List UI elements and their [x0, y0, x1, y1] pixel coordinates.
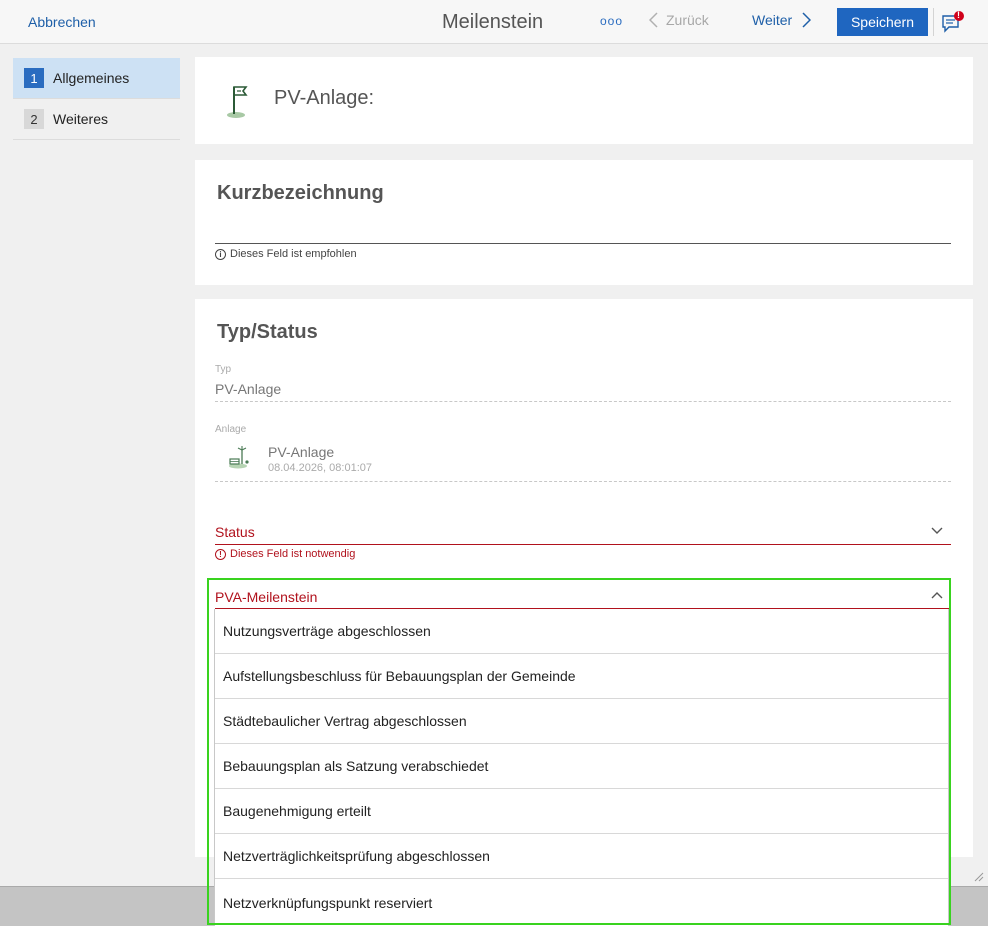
- milestone-select[interactable]: PVA-Meilenstein: [215, 589, 317, 605]
- option-netzvertraeglichkeitspruefung[interactable]: Netzverträglichkeitsprüfung abgeschlosse…: [215, 834, 948, 879]
- sidebar-item-allgemeines[interactable]: 1 Allgemeines: [13, 58, 180, 99]
- page-title: Meilenstein: [442, 11, 544, 33]
- section-title-type-status: Typ/Status: [217, 321, 318, 343]
- next-label: Weiter: [752, 12, 793, 28]
- option-nutzungsvertraege[interactable]: Nutzungsverträge abgeschlossen: [215, 609, 948, 654]
- sidebar-nav: 1 Allgemeines 2 Weiteres: [13, 58, 180, 140]
- option-bebauungsplan-satzung[interactable]: Bebauungsplan als Satzung verabschiedet: [215, 744, 948, 789]
- plant-label: Anlage: [215, 424, 247, 435]
- milestone-options-list: Nutzungsverträge abgeschlossen Aufstellu…: [214, 609, 949, 926]
- short-name-input[interactable]: [215, 220, 951, 242]
- plant-date: 08.04.2026, 08:01:07: [268, 462, 372, 474]
- chevron-left-icon: [649, 12, 658, 28]
- sidebar-item-label: Allgemeines: [53, 70, 130, 86]
- error-icon: !: [215, 548, 226, 560]
- toolbar-divider: [933, 8, 934, 36]
- next-button[interactable]: Weiter: [752, 12, 812, 28]
- info-icon: i: [215, 248, 226, 260]
- back-button[interactable]: Zurück: [649, 12, 709, 28]
- top-bar: Abbrechen Meilenstein ooo Zurück Weiter …: [0, 0, 988, 44]
- required-hint-text: Dieses Feld ist notwendig: [230, 548, 356, 560]
- type-value: PV-Anlage: [215, 381, 282, 397]
- plant-underline: [215, 481, 951, 482]
- short-name-underline: [215, 243, 951, 244]
- status-select[interactable]: Status: [215, 524, 255, 540]
- sidebar-item-label: Weiteres: [53, 111, 108, 127]
- chevron-right-icon: [802, 12, 812, 28]
- cancel-button[interactable]: Abbrechen: [28, 14, 96, 30]
- status-underline: [215, 544, 951, 545]
- recommended-hint: i Dieses Feld ist empfohlen: [215, 248, 357, 260]
- resize-grip-icon[interactable]: [972, 870, 984, 882]
- short-name-panel: Kurzbezeichnung i Dieses Feld ist empfoh…: [195, 160, 973, 285]
- chat-notification-icon: [942, 11, 964, 33]
- step-number: 2: [24, 109, 44, 129]
- sidebar-item-weiteres[interactable]: 2 Weiteres: [13, 99, 180, 140]
- notifications-button[interactable]: !: [940, 10, 966, 36]
- chevron-down-icon[interactable]: [931, 527, 943, 535]
- required-hint: ! Dieses Feld ist notwendig: [215, 548, 355, 560]
- type-label: Typ: [215, 364, 232, 375]
- solar-plant-icon: [229, 446, 249, 469]
- chevron-up-icon[interactable]: [931, 591, 943, 599]
- option-aufstellungsbeschluss[interactable]: Aufstellungsbeschluss für Bebauungsplan …: [215, 654, 948, 699]
- record-header-panel: PV-Anlage:: [195, 57, 973, 144]
- back-label: Zurück: [666, 12, 709, 28]
- flag-icon: [227, 86, 248, 118]
- option-staedtebaulicher-vertrag[interactable]: Städtebaulicher Vertrag abgeschlossen: [215, 699, 948, 744]
- type-underline: [215, 401, 951, 402]
- save-button[interactable]: Speichern: [837, 8, 928, 36]
- more-options-button[interactable]: ooo: [600, 14, 623, 28]
- record-title: PV-Anlage:: [274, 87, 375, 109]
- option-netzverknuepfungspunkt[interactable]: Netzverknüpfungspunkt reserviert: [215, 879, 948, 926]
- step-number: 1: [24, 68, 44, 88]
- recommended-hint-text: Dieses Feld ist empfohlen: [230, 248, 357, 260]
- plant-name[interactable]: PV-Anlage: [268, 444, 334, 460]
- option-baugenehmigung[interactable]: Baugenehmigung erteilt: [215, 789, 948, 834]
- notification-badge: !: [957, 10, 960, 20]
- section-title-short-name: Kurzbezeichnung: [217, 182, 384, 204]
